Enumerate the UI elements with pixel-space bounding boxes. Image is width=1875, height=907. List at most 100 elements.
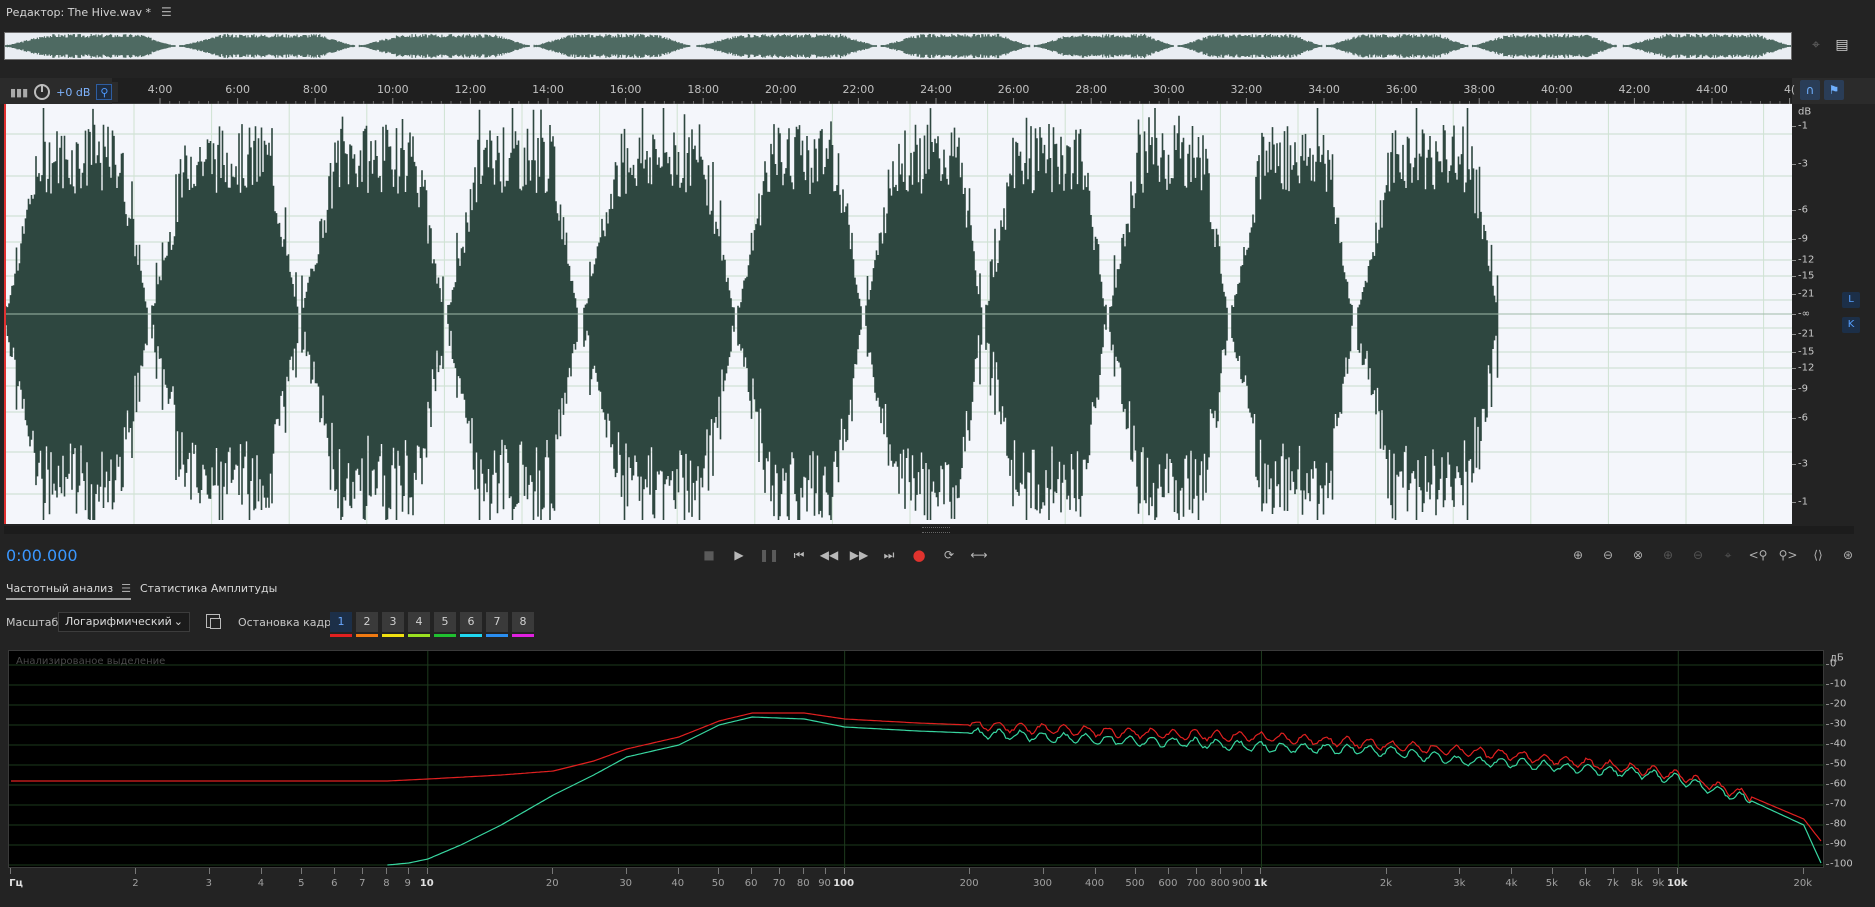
marker-pin-icon[interactable]: ⚑ xyxy=(1824,80,1844,100)
frequency-label: 1k xyxy=(1253,878,1268,889)
loop-playback-button[interactable]: ⟳ xyxy=(938,544,960,566)
freeze-frame-button-7[interactable]: 7 xyxy=(486,612,508,632)
spectrum-series-red xyxy=(11,712,1822,842)
frequency-tick xyxy=(1677,868,1679,874)
scrollbar-grip[interactable] xyxy=(922,527,950,533)
tab-amplitude-statistics[interactable]: Статистика Амплитуды xyxy=(140,582,277,595)
play-button[interactable]: ▶ xyxy=(728,544,750,566)
freeze-frame-button-1[interactable]: 1 xyxy=(330,612,352,632)
db-scale-label: -9 xyxy=(1798,383,1808,395)
waveform-display[interactable] xyxy=(4,104,1792,524)
db-scale-label: -6 xyxy=(1798,412,1808,424)
frequency-tick xyxy=(1260,868,1262,874)
ruler-label: 34:00 xyxy=(1308,83,1340,96)
freeze-frame-button-5[interactable]: 5 xyxy=(434,612,456,632)
scale-label: Масштаб: xyxy=(6,616,62,629)
ruler-label: 30:00 xyxy=(1153,83,1185,96)
freeze-frame-button-8[interactable]: 8 xyxy=(512,612,534,632)
tab-frequency-analysis[interactable]: Частотный анализ ☰ xyxy=(6,582,131,600)
panel-menu-icon[interactable]: ☰ xyxy=(121,582,131,595)
frequency-label: 90 xyxy=(818,878,831,889)
frequency-label: 6 xyxy=(331,878,338,889)
zoom-out-amplitude-button[interactable]: ⊖ xyxy=(1596,544,1620,566)
channel-right-badge[interactable]: K xyxy=(1842,317,1860,333)
horizontal-scrollbar[interactable] xyxy=(4,526,1854,534)
db-scale-tick xyxy=(1792,464,1796,465)
hud-volume[interactable]: ▮▮▮ +0 dB ⚲ xyxy=(4,82,119,102)
zoom-in-amplitude-button[interactable]: ⊕ xyxy=(1566,544,1590,566)
freeze-frame-button-6[interactable]: 6 xyxy=(460,612,482,632)
db-scale-label: -1 xyxy=(1798,496,1808,508)
stop-button[interactable]: ■ xyxy=(698,544,720,566)
spectrum-db-tick xyxy=(1826,664,1829,665)
rewind-button[interactable]: ◀◀ xyxy=(818,544,840,566)
zoom-out-full-button[interactable]: ⊗ xyxy=(1626,544,1650,566)
freeze-frame-button-3[interactable]: 3 xyxy=(382,612,404,632)
freeze-frame-color xyxy=(434,634,456,637)
record-button[interactable]: ● xyxy=(908,544,930,566)
channel-left-badge[interactable]: L xyxy=(1842,292,1860,308)
ruler-label: 4:00 xyxy=(148,83,173,96)
zoom-selection-button[interactable]: ⌖ xyxy=(1716,544,1740,566)
editor-title: Редактор: The Hive.wav * xyxy=(6,5,152,19)
zoom-in-time-button[interactable]: <⚲ xyxy=(1746,544,1770,566)
freeze-frame-color xyxy=(512,634,534,637)
frequency-label: 20 xyxy=(545,878,559,889)
frequency-spectrum[interactable] xyxy=(8,650,1825,869)
frequency-tick xyxy=(1658,868,1660,874)
analysis-panel-tabs: Частотный анализ ☰ Статистика Амплитуды xyxy=(0,578,1875,602)
display-options-icon[interactable]: ▤ xyxy=(1832,35,1852,55)
zoom-in-point-button[interactable]: ⊕ xyxy=(1656,544,1680,566)
db-scale-tick xyxy=(1792,502,1796,503)
zoom-fit-button[interactable]: ⟨⟩ xyxy=(1806,544,1830,566)
chevron-down-icon: ⌄ xyxy=(173,615,183,628)
overlay-frames-icon[interactable] xyxy=(206,614,221,629)
zoom-to-selection-icon[interactable]: ⌖ xyxy=(1806,35,1826,55)
volume-knob[interactable] xyxy=(34,84,51,100)
db-scale-label: -3 xyxy=(1798,458,1808,470)
skip-selection-button[interactable]: ⟷ xyxy=(968,544,990,566)
frequency-label: 70 xyxy=(772,878,786,889)
time-ruler[interactable]: 4:00 6:00 8:00 10:00 12:00 14:00 16:00 18:00 20:… xyxy=(0,78,1875,104)
freeze-frame-button-4[interactable]: 4 xyxy=(408,612,430,632)
frequency-tick xyxy=(1094,868,1096,874)
frequency-tick xyxy=(386,868,388,874)
zoom-out-time-button[interactable]: ⚲> xyxy=(1776,544,1800,566)
db-scale-tick xyxy=(1792,368,1796,369)
db-scale-tick xyxy=(1792,418,1796,419)
frequency-label: 10 xyxy=(419,878,434,889)
channel-tools: ∩ ⚑ xyxy=(1800,80,1844,102)
frequency-tick xyxy=(552,868,554,874)
spectrum-db-label: -80 xyxy=(1830,818,1847,830)
pin-hud-icon[interactable]: ⚲ xyxy=(96,84,113,100)
frequency-label: 9 xyxy=(404,878,411,889)
ruler-label: 4( xyxy=(1784,83,1795,96)
db-scale-tick xyxy=(1792,276,1796,277)
zoom-out-point-button[interactable]: ⊖ xyxy=(1686,544,1710,566)
current-time[interactable]: 0:00.000 xyxy=(6,546,78,565)
overview-navigator[interactable] xyxy=(4,32,1792,60)
ruler-label: 44:00 xyxy=(1696,83,1728,96)
frequency-label: 50 xyxy=(711,878,725,889)
frequency-tick xyxy=(334,868,336,874)
spectrum-db-label: -10 xyxy=(1830,678,1847,690)
monitor-headphones-icon[interactable]: ∩ xyxy=(1800,80,1820,100)
fast-forward-button[interactable]: ▶▶ xyxy=(848,544,870,566)
zoom-to-selection-button[interactable]: ⊛ xyxy=(1836,544,1860,566)
panel-menu-icon[interactable]: ☰ xyxy=(161,5,172,19)
db-unit-label: dB xyxy=(1798,106,1812,118)
audio-editor: Редактор: The Hive.wav * ☰ ⌖ ▤ 4:00 6:00 8… xyxy=(0,0,1875,907)
db-scale-label: -3 xyxy=(1798,158,1808,170)
pause-button[interactable]: ❚❚ xyxy=(758,544,780,566)
freeze-frame-button-2[interactable]: 2 xyxy=(356,612,378,632)
go-to-end-button[interactable]: ⏭ xyxy=(878,544,900,566)
go-to-start-button[interactable]: ⏮ xyxy=(788,544,810,566)
db-scale-label: -15 xyxy=(1798,270,1815,282)
spectrum-db-tick xyxy=(1826,704,1829,705)
scale-select[interactable]: Логарифмический ⌄ xyxy=(58,612,190,632)
editor-panel-header: Редактор: The Hive.wav * ☰ xyxy=(0,0,1875,24)
frequency-tick xyxy=(1802,868,1804,874)
frequency-tick xyxy=(718,868,720,874)
frequency-tick xyxy=(1551,868,1553,874)
freeze-frame-color xyxy=(382,634,404,637)
